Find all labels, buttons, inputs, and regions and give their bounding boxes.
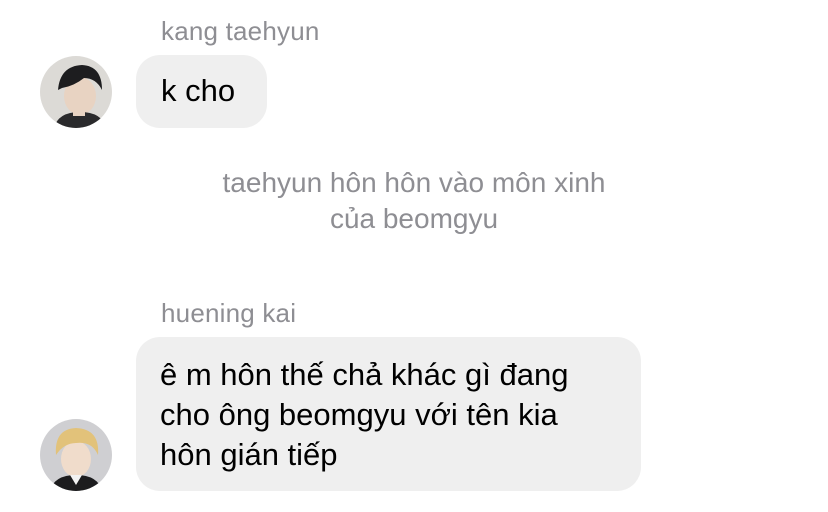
system-message: taehyun hôn hôn vào môn xinh của beomgyu xyxy=(222,167,606,234)
message-text: ê m hôn thế chả khác gì đang cho ông beo… xyxy=(160,357,569,472)
avatar-huening-kai[interactable] xyxy=(40,419,112,491)
avatar-kang-taehyun[interactable] xyxy=(40,56,112,128)
sender-name: huening kai xyxy=(161,298,297,328)
profile-photo-icon xyxy=(40,56,112,128)
message-bubble[interactable]: k cho xyxy=(136,55,267,128)
profile-photo-icon xyxy=(40,419,112,491)
message-bubble[interactable]: ê m hôn thế chả khác gì đang cho ông beo… xyxy=(136,337,641,491)
message-text: k cho xyxy=(161,73,236,108)
sender-name: kang taehyun xyxy=(161,16,320,46)
